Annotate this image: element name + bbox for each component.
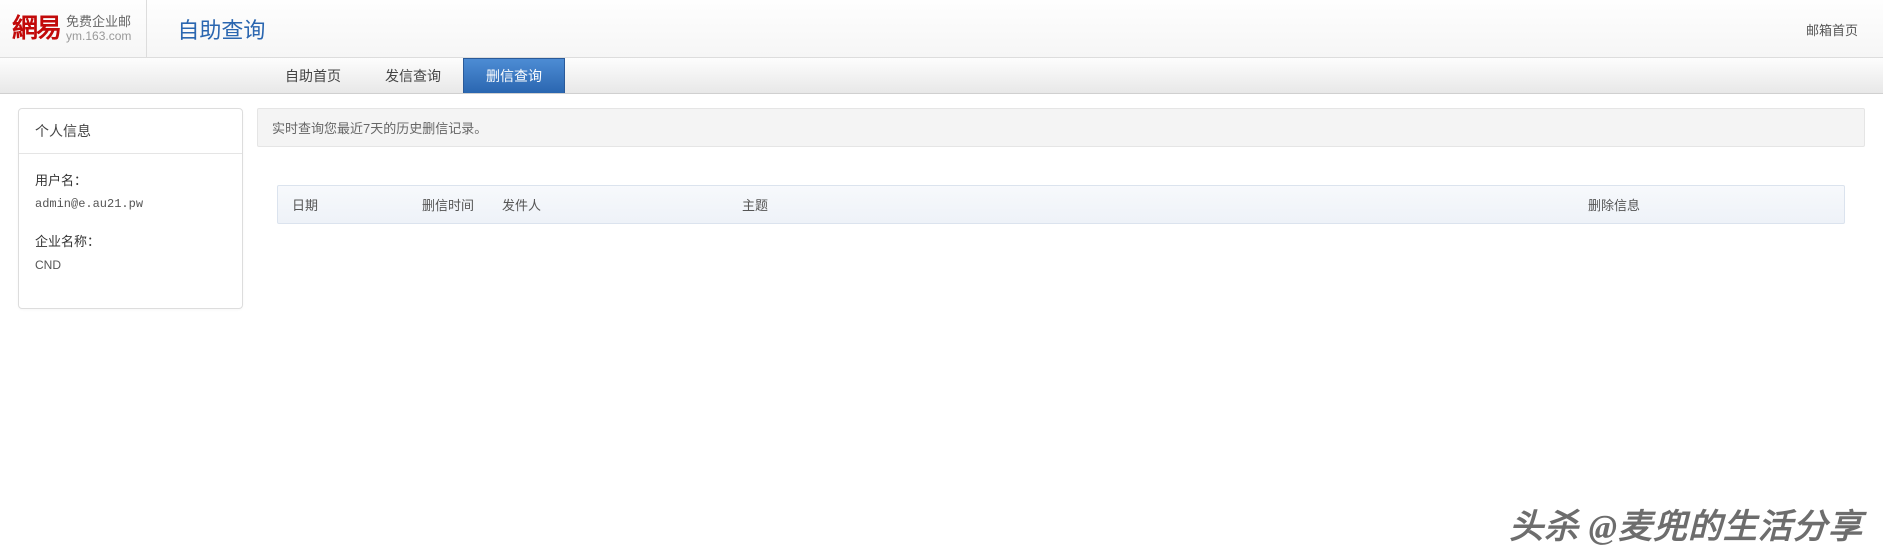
content-area: 个人信息 用户名： admin@e.au21.pw 企业名称： CND 实时查询… [0, 94, 1883, 323]
tab-self-service-home[interactable]: 自助首页 [263, 58, 363, 93]
logo-sub-bottom: ym.163.com [66, 29, 131, 43]
col-subject: 主题 [728, 195, 1574, 214]
logo-section: 網易 免费企业邮 ym.163.com [0, 0, 147, 57]
col-delete-info: 删除信息 [1574, 195, 1844, 214]
table-header-row: 日期 删信时间 发件人 主题 删除信息 [277, 185, 1845, 224]
col-sender: 发件人 [488, 195, 728, 214]
col-date: 日期 [278, 195, 408, 214]
watermark-text: 头杀 @麦兜的生活分享 [1509, 499, 1863, 548]
tab-send-query[interactable]: 发信查询 [363, 58, 463, 93]
col-delete-time: 删信时间 [408, 195, 488, 214]
mailbox-home-link[interactable]: 邮箱首页 [1806, 20, 1858, 39]
username-label: 用户名： [35, 170, 226, 189]
tab-delete-query[interactable]: 删信查询 [463, 58, 565, 93]
sidebar-personal-info: 个人信息 用户名： admin@e.au21.pw 企业名称： CND [18, 108, 243, 309]
company-value: CND [35, 258, 226, 272]
logo-subtitle: 免费企业邮 ym.163.com [66, 14, 131, 44]
username-value: admin@e.au21.pw [35, 197, 226, 211]
logo-icon: 網易 [12, 16, 60, 42]
sidebar-title: 个人信息 [19, 109, 242, 154]
main-panel: 实时查询您最近7天的历史删信记录。 日期 删信时间 发件人 主题 删除信息 [257, 108, 1865, 224]
tab-bar: 自助首页 发信查询 删信查询 [0, 58, 1883, 94]
info-bar: 实时查询您最近7天的历史删信记录。 [257, 108, 1865, 147]
sidebar-body: 用户名： admin@e.au21.pw 企业名称： CND [19, 154, 242, 308]
page-title: 自助查询 [177, 13, 265, 45]
logo-sub-top: 免费企业邮 [66, 14, 131, 30]
company-label: 企业名称： [35, 231, 226, 250]
header-bar: 網易 免费企业邮 ym.163.com 自助查询 邮箱首页 [0, 0, 1883, 58]
